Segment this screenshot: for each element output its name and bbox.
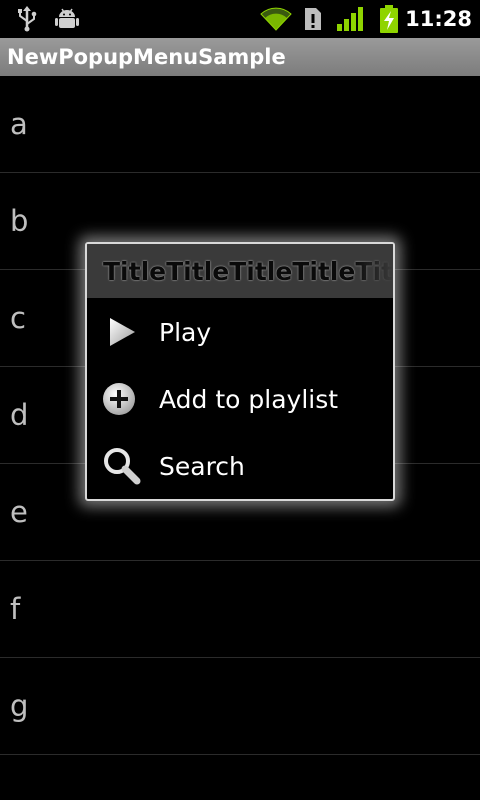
- popup-title: TitleTitleTitleTitleTitle: [103, 257, 393, 286]
- play-icon: [101, 312, 141, 352]
- android-debug-icon: [54, 0, 80, 38]
- title-fade: [353, 244, 393, 298]
- wifi-icon: [260, 0, 292, 38]
- popup-header: TitleTitleTitleTitleTitle: [87, 244, 393, 298]
- menu-item-label: Search: [159, 452, 245, 481]
- screen: 11:28 NewPopupMenuSample a b c d e f g T…: [0, 0, 480, 800]
- menu-item-search[interactable]: Search: [87, 434, 393, 499]
- status-time: 11:28: [405, 7, 472, 31]
- usb-icon: [16, 0, 38, 38]
- menu-item-play[interactable]: Play: [87, 300, 393, 366]
- menu-item-label: Add to playlist: [159, 385, 339, 414]
- menu-item-add-to-playlist[interactable]: Add to playlist: [87, 367, 393, 433]
- signal-icon: [336, 0, 364, 38]
- battery-charging-icon: [378, 0, 400, 38]
- app-title: NewPopupMenuSample: [7, 45, 286, 69]
- sim-icon: [304, 0, 322, 38]
- status-bar: 11:28: [0, 0, 480, 38]
- menu-item-label: Play: [159, 318, 212, 347]
- popup-menu: TitleTitleTitleTitleTitle Play Add to pl…: [85, 242, 395, 501]
- search-icon: [101, 446, 141, 486]
- title-bar: NewPopupMenuSample: [0, 38, 480, 76]
- add-icon: [101, 379, 141, 419]
